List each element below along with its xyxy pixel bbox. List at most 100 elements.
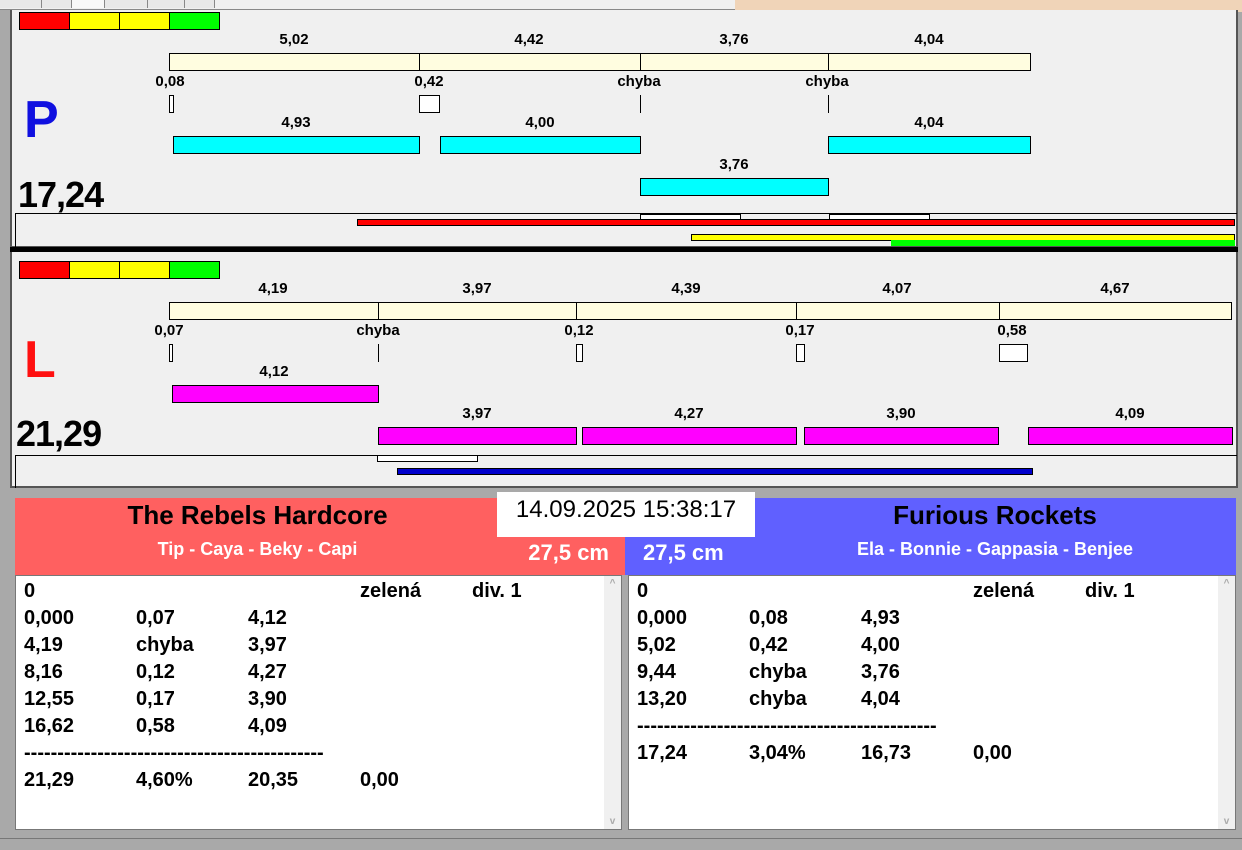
result-cell: 0,000 xyxy=(637,607,688,629)
result-cell: 0,12 xyxy=(136,661,175,683)
team-name: Furious Rockets xyxy=(893,500,1097,530)
lane-letter: P xyxy=(24,91,59,149)
result-cell: 4,04 xyxy=(861,688,900,710)
tab-strip xyxy=(0,0,735,10)
result-cell: zelená xyxy=(973,580,1035,602)
result-cell: 17,24 xyxy=(637,742,688,764)
run-bar xyxy=(828,136,1031,154)
light-yellow xyxy=(119,12,170,30)
scrollbar[interactable]: ^ v xyxy=(604,576,621,829)
result-cell: 4,60% xyxy=(136,769,193,791)
reaction-box xyxy=(999,344,1028,362)
timeline-green-bar xyxy=(891,240,1235,246)
reaction-label: 0,08 xyxy=(155,73,185,90)
result-cell: 3,76 xyxy=(861,661,900,683)
scrollbar[interactable]: ^ v xyxy=(1218,576,1235,829)
result-cell: 5,02 xyxy=(637,634,676,656)
tab[interactable] xyxy=(0,0,42,8)
split-label: 4,04 xyxy=(914,31,944,48)
right-results-text[interactable]: ^ v 0 zelená div. 1 0,000 0,08 4,93 5,02 0,42 4,0… xyxy=(628,575,1236,830)
run-label: 4,00 xyxy=(525,114,555,131)
light-green xyxy=(169,12,220,30)
reaction-box xyxy=(169,95,174,113)
left-results-text[interactable]: ^ v 0 zelená div. 1 0,000 0,07 4,12 4,19 chyba 3,… xyxy=(15,575,622,830)
split-bar xyxy=(169,302,379,320)
result-cell: chyba xyxy=(749,688,807,710)
split-label: 4,19 xyxy=(258,280,288,297)
tab[interactable] xyxy=(185,0,215,8)
run-bar xyxy=(172,385,379,403)
run-label: 4,93 xyxy=(281,114,311,131)
timeline-box xyxy=(377,455,478,462)
run-bar xyxy=(173,136,420,154)
result-cell: 20,35 xyxy=(248,769,299,791)
tab[interactable] xyxy=(42,0,72,8)
reaction-mark xyxy=(640,95,641,113)
result-cell: 4,12 xyxy=(248,607,287,629)
tab-active[interactable] xyxy=(72,0,105,8)
team-name: The Rebels Hardcore xyxy=(127,500,388,530)
result-cell: 4,09 xyxy=(248,715,287,737)
result-cell: 0,08 xyxy=(749,607,788,629)
split-label: 4,67 xyxy=(1100,280,1130,297)
result-cell: 3,04% xyxy=(749,742,806,764)
result-cell: 4,00 xyxy=(861,634,900,656)
result-cell: 0,58 xyxy=(136,715,175,737)
result-cell: zelená xyxy=(360,580,422,602)
split-bar xyxy=(828,53,1031,71)
result-cell: 4,19 xyxy=(24,634,63,656)
reaction-label: chyba xyxy=(805,73,849,90)
result-cell: 9,44 xyxy=(637,661,676,683)
lane-total: 21,29 xyxy=(16,413,102,454)
reaction-label: 0,58 xyxy=(997,322,1027,339)
result-cell: 16,62 xyxy=(24,715,75,737)
run-label: 3,97 xyxy=(462,405,492,422)
run-label: 3,90 xyxy=(886,405,916,422)
team-members: Ela - Bonnie - Gappasia - Benjee xyxy=(856,539,1134,559)
reaction-mark xyxy=(828,95,829,113)
result-cell: div. 1 xyxy=(472,580,522,602)
result-cell: 0 xyxy=(24,580,36,602)
result-cell: chyba xyxy=(136,634,194,656)
light-yellow xyxy=(69,261,120,279)
reaction-label: chyba xyxy=(356,322,400,339)
reaction-label: 0,42 xyxy=(414,73,444,90)
run-label: 4,09 xyxy=(1115,405,1145,422)
run-bar xyxy=(1028,427,1233,445)
result-cell: 12,55 xyxy=(24,688,75,710)
reaction-label: 0,17 xyxy=(785,322,815,339)
result-cell: 16,73 xyxy=(861,742,912,764)
run-bar xyxy=(582,427,797,445)
reaction-box xyxy=(169,344,173,362)
reaction-label: chyba xyxy=(617,73,661,90)
reaction-label: 0,07 xyxy=(154,322,184,339)
reaction-box xyxy=(419,95,440,113)
run-label: 4,04 xyxy=(914,114,944,131)
tab[interactable] xyxy=(105,0,148,8)
result-cell: 0 xyxy=(637,580,649,602)
split-label: 5,02 xyxy=(279,31,309,48)
split-bar xyxy=(378,302,577,320)
team-members: Tip - Caya - Beky - Capi xyxy=(157,539,358,559)
result-cell: ----------------------------------------… xyxy=(637,715,937,737)
reaction-label: 0,12 xyxy=(564,322,594,339)
result-cell: chyba xyxy=(749,661,807,683)
datetime: 14.09.2025 15:38:17 xyxy=(497,492,755,537)
result-cell: 3,97 xyxy=(248,634,287,656)
light-red xyxy=(19,12,70,30)
run-bar xyxy=(440,136,641,154)
run-bar xyxy=(804,427,999,445)
result-cell: 8,16 xyxy=(24,661,63,683)
split-label: 3,97 xyxy=(462,280,492,297)
result-cell: 13,20 xyxy=(637,688,688,710)
run-label: 4,27 xyxy=(674,405,704,422)
light-green xyxy=(169,261,220,279)
timeline-red-bar xyxy=(357,219,1235,226)
result-cell: 4,27 xyxy=(248,661,287,683)
run-label: 3,76 xyxy=(719,156,749,173)
split-bar xyxy=(419,53,641,71)
light-red xyxy=(19,261,70,279)
light-yellow xyxy=(119,261,170,279)
lane-p-panel: 5,02 4,42 3,76 4,04 0,08 0,42 chyba chyb… xyxy=(10,10,1238,248)
tab[interactable] xyxy=(148,0,185,8)
